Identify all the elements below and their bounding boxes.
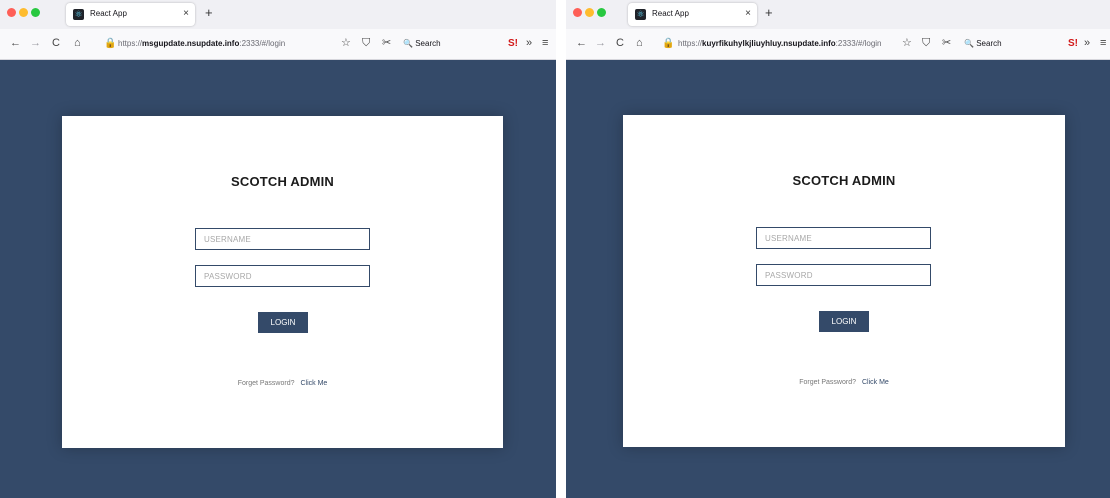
window-controls [7, 8, 55, 20]
new-tab-button[interactable]: + [765, 6, 773, 20]
search-label: Search [415, 39, 441, 48]
new-tab-button[interactable]: + [205, 6, 213, 20]
react-icon: ⚛ [635, 9, 646, 20]
overflow-icon[interactable]: » [526, 36, 532, 50]
minimize-window-button[interactable] [585, 8, 594, 17]
lock-icon[interactable]: 🔒 [662, 36, 674, 52]
close-window-button[interactable] [7, 8, 16, 17]
login-card: SCOTCH ADMIN LOGIN Forget Password? Clic… [62, 116, 503, 448]
username-input[interactable] [756, 227, 931, 249]
tab-bar: ⚛ React App × + [566, 0, 1110, 29]
login-card: SCOTCH ADMIN LOGIN Forget Password? Clic… [623, 115, 1065, 447]
nav-bar: ← → C ⌂ 🔒 https://msgupdate.nsupdate.inf… [0, 29, 556, 60]
page-title: SCOTCH ADMIN [230, 174, 335, 189]
browser-window-right: ⚛ React App × + ← → C ⌂ 🔒 https://kuyrfi… [566, 0, 1110, 498]
forgot-password-row: Forget Password? Click Me [623, 379, 1065, 386]
window-controls [573, 8, 621, 20]
url-prefix: https:// [118, 39, 143, 48]
shield-icon[interactable]: ⛉ [922, 36, 930, 50]
url-host: kuyrfikuhylkjliuyhluy.nsupdate.info [702, 39, 836, 48]
extension-icon[interactable]: S! [1068, 37, 1078, 51]
menu-icon[interactable]: ≡ [542, 36, 548, 50]
home-icon[interactable]: ⌂ [636, 36, 643, 50]
reload-icon[interactable]: C [52, 36, 60, 50]
tab-react-app[interactable]: ⚛ React App × [628, 3, 757, 26]
url-bar[interactable]: https://kuyrfikuhylkjliuyhluy.nsupdate.i… [678, 36, 893, 52]
maximize-window-button[interactable] [597, 8, 606, 17]
url-bar[interactable]: https://msgupdate.nsupdate.info:2333/#/l… [118, 36, 328, 52]
search-icon: 🔍 [403, 39, 413, 48]
search-icon: 🔍 [964, 39, 974, 48]
bookmark-star-icon[interactable]: ☆ [341, 36, 351, 50]
back-icon[interactable]: ← [10, 36, 21, 50]
browser-window-left: ⚛ React App × + ← → C ⌂ 🔒 https://msgupd… [0, 0, 556, 498]
page-title: SCOTCH ADMIN [792, 173, 896, 188]
close-window-button[interactable] [573, 8, 582, 17]
click-me-link[interactable]: Click Me [300, 380, 327, 387]
pocket-icon[interactable]: ✂ [942, 36, 951, 50]
tab-title: React App [652, 9, 689, 18]
password-input[interactable] [195, 265, 370, 287]
reload-icon[interactable]: C [616, 36, 624, 50]
maximize-window-button[interactable] [31, 8, 40, 17]
forward-icon[interactable]: → [595, 36, 606, 50]
overflow-icon[interactable]: » [1084, 36, 1090, 50]
password-input[interactable] [756, 264, 931, 286]
login-button[interactable]: LOGIN [819, 311, 869, 332]
menu-icon[interactable]: ≡ [1100, 36, 1106, 50]
search-label: Search [976, 39, 1002, 48]
login-button[interactable]: LOGIN [258, 312, 308, 333]
home-icon[interactable]: ⌂ [74, 36, 81, 50]
forward-icon[interactable]: → [30, 36, 41, 50]
url-path: :2333/#/login [239, 39, 286, 48]
forgot-password-text: Forget Password? [237, 380, 295, 387]
forgot-password-row: Forget Password? Click Me [62, 380, 503, 387]
url-path: :2333/#/login [835, 39, 882, 48]
nav-bar: ← → C ⌂ 🔒 https://kuyrfikuhylkjliuyhluy.… [566, 29, 1110, 60]
react-icon: ⚛ [73, 9, 84, 20]
shield-icon[interactable]: ⛉ [362, 36, 370, 50]
url-prefix: https:// [678, 39, 703, 48]
close-tab-icon[interactable]: × [745, 7, 751, 21]
search-bar[interactable]: 🔍 Search [964, 36, 1002, 52]
tab-title: React App [90, 9, 127, 18]
close-tab-icon[interactable]: × [183, 7, 189, 21]
back-icon[interactable]: ← [576, 36, 587, 50]
pocket-icon[interactable]: ✂ [382, 36, 391, 50]
forgot-password-text: Forget Password? [799, 379, 856, 386]
url-host: msgupdate.nsupdate.info [142, 39, 240, 48]
lock-icon[interactable]: 🔒 [104, 36, 116, 52]
bookmark-star-icon[interactable]: ☆ [902, 36, 912, 50]
username-input[interactable] [195, 228, 370, 250]
minimize-window-button[interactable] [19, 8, 28, 17]
search-bar[interactable]: 🔍 Search [403, 36, 441, 52]
extension-icon[interactable]: S! [508, 37, 518, 51]
tab-bar: ⚛ React App × + [0, 0, 556, 29]
tab-react-app[interactable]: ⚛ React App × [66, 3, 195, 26]
click-me-link[interactable]: Click Me [862, 379, 889, 386]
